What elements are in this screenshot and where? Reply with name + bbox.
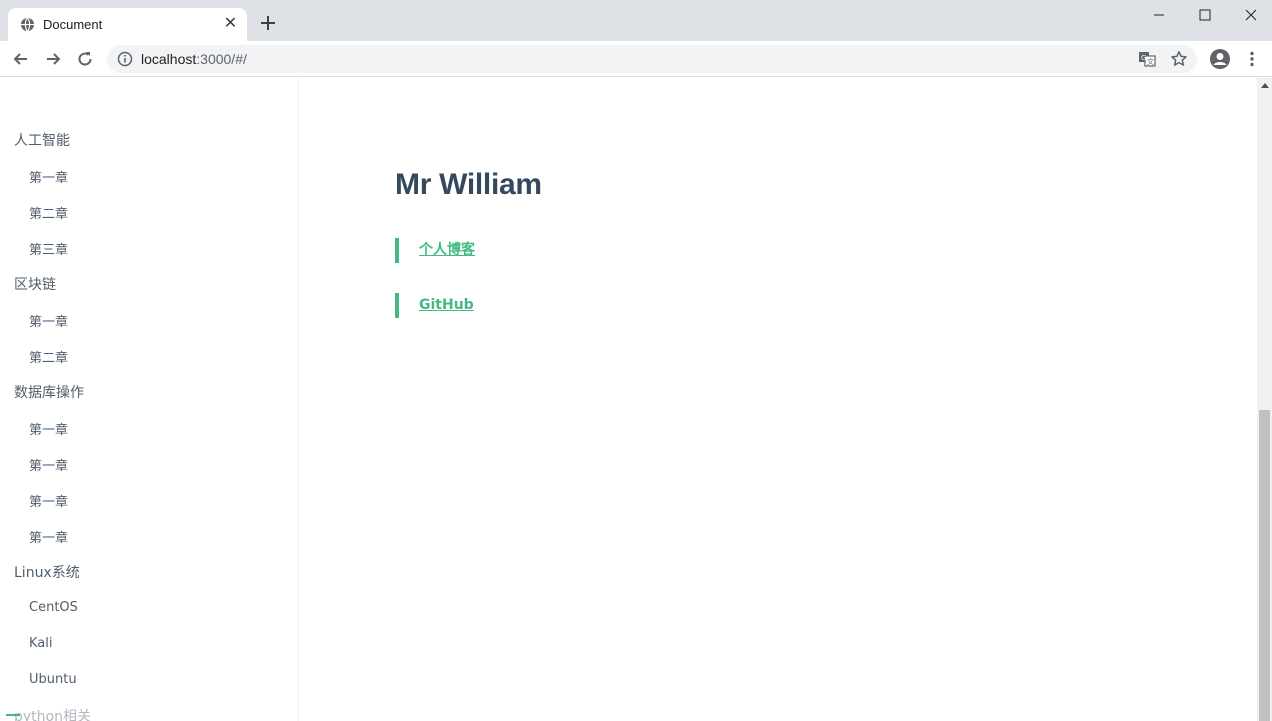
reload-button[interactable] (74, 48, 96, 70)
page-title: Mr William (395, 168, 542, 201)
main-content: Mr William 个人博客 GitHub (300, 78, 1256, 721)
minimize-button[interactable] (1136, 0, 1182, 30)
scrollbar[interactable] (1257, 78, 1272, 721)
url-text: localhost:3000/#/ (141, 51, 247, 67)
arrow-right-icon (47, 53, 61, 65)
sidebar-item-ubuntu[interactable]: Ubuntu (29, 672, 77, 687)
sidebar-item[interactable]: 第一章 (29, 491, 68, 510)
sidebar-item[interactable]: 第一章 (29, 167, 68, 186)
globe-icon (20, 17, 35, 32)
reload-icon (78, 52, 92, 66)
browser-toolbar: localhost:3000/#/ G 文 (0, 41, 1272, 77)
sidebar: 人工智能 第一章 第二章 第三章 区块链 第一章 第二章 数据库操作 第一章 第… (0, 78, 299, 721)
bookmark-star-icon[interactable] (1170, 50, 1188, 68)
address-bar[interactable]: localhost:3000/#/ G 文 (107, 45, 1197, 73)
blog-link[interactable]: 个人博客 (419, 242, 475, 258)
github-link[interactable]: GitHub (419, 297, 474, 313)
close-window-button[interactable] (1228, 0, 1272, 30)
info-icon[interactable] (117, 51, 133, 67)
scrollbar-thumb[interactable] (1259, 410, 1270, 721)
profile-icon[interactable] (1209, 48, 1231, 70)
svg-text:文: 文 (1147, 57, 1154, 66)
sidebar-item[interactable]: 第一章 (29, 455, 68, 474)
page: 人工智能 第一章 第二章 第三章 区块链 第一章 第二章 数据库操作 第一章 第… (0, 78, 1272, 721)
url-path: :3000/#/ (196, 51, 247, 67)
sidebar-group-python[interactable]: python相关 (14, 706, 91, 721)
sidebar-item[interactable]: 第三章 (29, 239, 68, 258)
sidebar-item[interactable]: 第二章 (29, 347, 68, 366)
back-button[interactable] (10, 48, 32, 70)
close-tab-icon[interactable]: ✕ (222, 16, 239, 33)
browser-tab[interactable]: Document ✕ (8, 8, 247, 41)
sidebar-item[interactable]: 第一章 (29, 419, 68, 438)
sidebar-item[interactable]: 第二章 (29, 203, 68, 222)
sidebar-group-ai[interactable]: 人工智能 (14, 130, 70, 150)
new-tab-icon[interactable] (258, 13, 278, 33)
sidebar-item[interactable]: 第一章 (29, 311, 68, 330)
sidebar-group-blockchain[interactable]: 区块链 (14, 274, 56, 294)
github-quote: GitHub (395, 293, 695, 318)
active-indicator (6, 714, 20, 716)
sidebar-item[interactable]: 第一章 (29, 527, 68, 546)
url-host: localhost (141, 51, 197, 67)
scroll-up-arrow-icon[interactable] (1261, 83, 1269, 88)
blog-quote: 个人博客 (395, 238, 695, 263)
sidebar-group-linux[interactable]: Linux系统 (14, 562, 80, 582)
sidebar-group-database[interactable]: 数据库操作 (14, 382, 84, 402)
more-options-icon[interactable] (1243, 48, 1261, 70)
sidebar-item-centos[interactable]: CentOS (29, 600, 78, 615)
translate-icon[interactable]: G 文 (1138, 50, 1156, 68)
arrow-left-icon (13, 53, 27, 65)
tab-strip: Document ✕ (0, 0, 1272, 41)
maximize-button[interactable] (1182, 0, 1228, 30)
forward-button[interactable] (42, 48, 64, 70)
tab-title: Document (43, 17, 103, 32)
svg-text:G: G (1141, 54, 1146, 62)
sidebar-item-kali[interactable]: Kali (29, 636, 53, 651)
